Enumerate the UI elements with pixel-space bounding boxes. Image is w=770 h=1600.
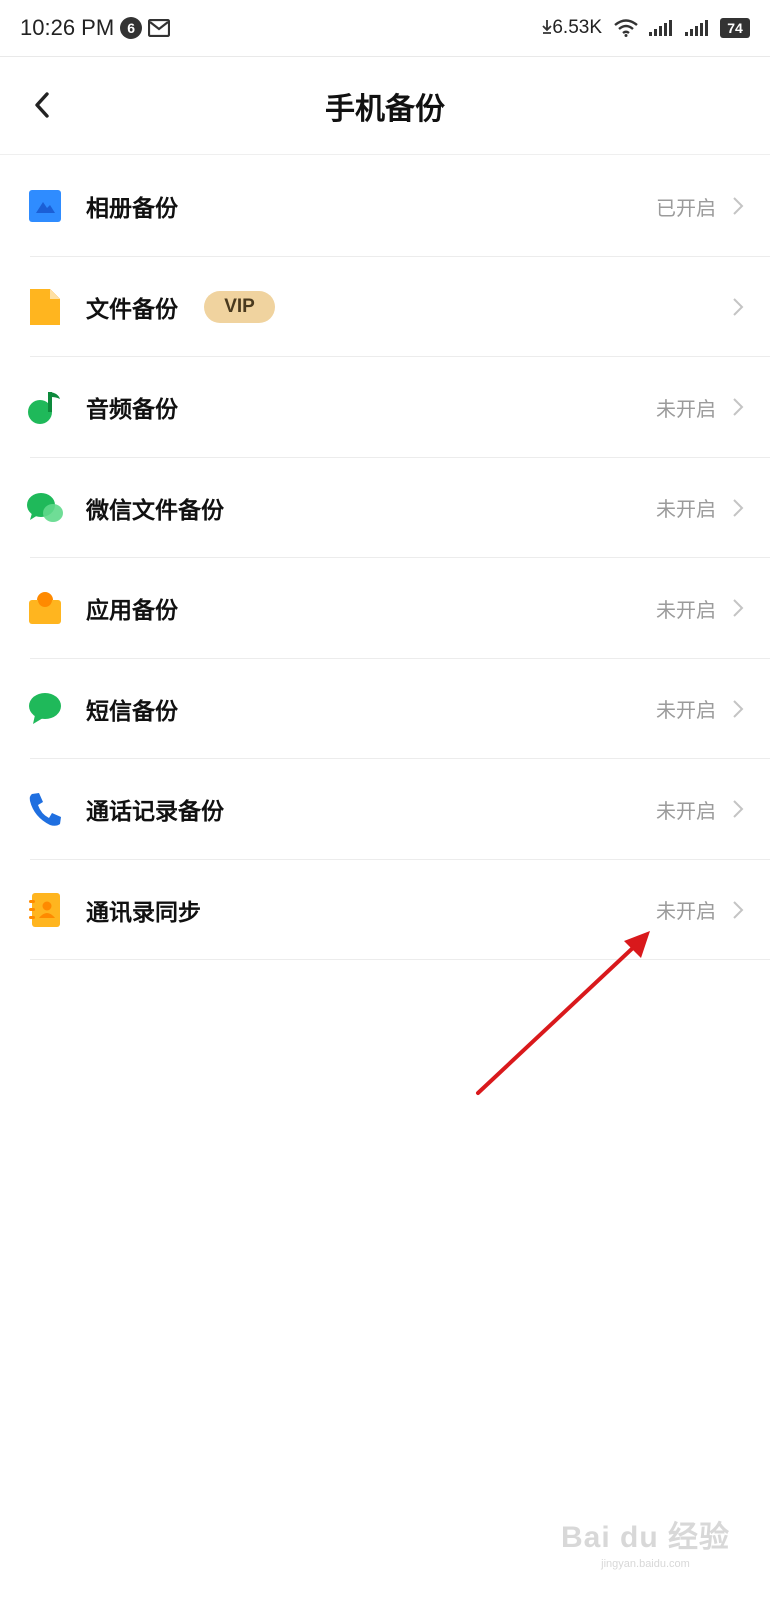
back-button[interactable]: [22, 85, 62, 125]
audio-backup-row[interactable]: 音频备份 未开启: [0, 357, 770, 458]
signal-2-icon: [684, 19, 710, 37]
notification-count-badge: 6: [120, 17, 143, 39]
album-backup-label: 相册备份: [86, 196, 178, 223]
album-backup-row[interactable]: 相册备份 已开启: [0, 156, 770, 257]
backup-list: 相册备份 已开启 文件备份 VIP 音频备份 未开启 微信文件备份 未开启 应用…: [0, 156, 770, 960]
watermark-url: jingyan.baidu.com: [601, 1558, 690, 1570]
network-speed: 6.53K: [542, 17, 602, 39]
vip-badge: VIP: [204, 290, 275, 323]
watermark-brand: Bai du 经验: [560, 1521, 730, 1554]
chevron-right-icon: [732, 799, 748, 819]
back-arrow-icon: [35, 92, 49, 118]
app-bag-icon: [26, 589, 64, 627]
call-log-backup-status: 未开启: [656, 798, 716, 823]
mail-icon: [148, 19, 171, 37]
chevron-right-icon: [732, 397, 748, 417]
sms-bubble-icon: [26, 690, 64, 728]
contacts-book-icon: [26, 891, 64, 929]
phone-icon: [26, 790, 64, 828]
audio-backup-status: 未开启: [656, 396, 716, 421]
sms-backup-status: 未开启: [656, 698, 716, 723]
contacts-sync-label: 通讯录同步: [86, 899, 201, 926]
signal-1-icon: [648, 19, 674, 37]
album-icon: [26, 187, 64, 225]
baidu-watermark: Bai du 经验 jingyan.baidu.com: [561, 1512, 730, 1570]
chevron-right-icon: [732, 297, 748, 317]
network-speed-value: 6.53K: [552, 17, 602, 38]
status-time: 10:26 PM: [20, 15, 115, 40]
contacts-sync-status: 未开启: [656, 899, 716, 924]
app-backup-label: 应用备份: [86, 598, 178, 625]
contacts-sync-row[interactable]: 通讯录同步 未开启: [0, 860, 770, 961]
wechat-icon: [26, 489, 64, 527]
battery-level: 74: [720, 18, 750, 38]
status-bar-right: 6.53K 74: [542, 17, 750, 39]
audio-backup-label: 音频备份: [86, 397, 178, 424]
chevron-right-icon: [732, 498, 748, 518]
wifi-icon: [614, 19, 638, 37]
call-log-backup-row[interactable]: 通话记录备份 未开启: [0, 759, 770, 860]
file-icon: [26, 288, 64, 326]
sms-backup-label: 短信备份: [86, 698, 178, 725]
wechat-file-backup-status: 未开启: [656, 497, 716, 522]
wechat-file-backup-label: 微信文件备份: [86, 497, 224, 524]
app-backup-row[interactable]: 应用备份 未开启: [0, 558, 770, 659]
wechat-file-backup-row[interactable]: 微信文件备份 未开启: [0, 458, 770, 559]
app-backup-status: 未开启: [656, 597, 716, 622]
chevron-right-icon: [732, 598, 748, 618]
nav-bar: 手机备份: [0, 57, 770, 155]
album-backup-status: 已开启: [656, 195, 716, 220]
page-title: 手机备份: [325, 92, 445, 127]
status-bar-left: 10:26 PM 6: [20, 15, 171, 41]
status-bar: 10:26 PM 6 6.53K 74: [0, 0, 770, 57]
call-log-backup-label: 通话记录备份: [86, 799, 224, 826]
music-note-icon: [26, 388, 64, 426]
chevron-right-icon: [732, 196, 748, 216]
chevron-right-icon: [732, 699, 748, 719]
sms-backup-row[interactable]: 短信备份 未开启: [0, 659, 770, 760]
file-backup-label: 文件备份: [86, 296, 178, 323]
chevron-right-icon: [732, 900, 748, 920]
phone-screen: 10:26 PM 6 6.53K 74 手机备份 相册备份 已开启 文件备份 V…: [0, 0, 770, 1600]
file-backup-row[interactable]: 文件备份 VIP: [0, 257, 770, 358]
